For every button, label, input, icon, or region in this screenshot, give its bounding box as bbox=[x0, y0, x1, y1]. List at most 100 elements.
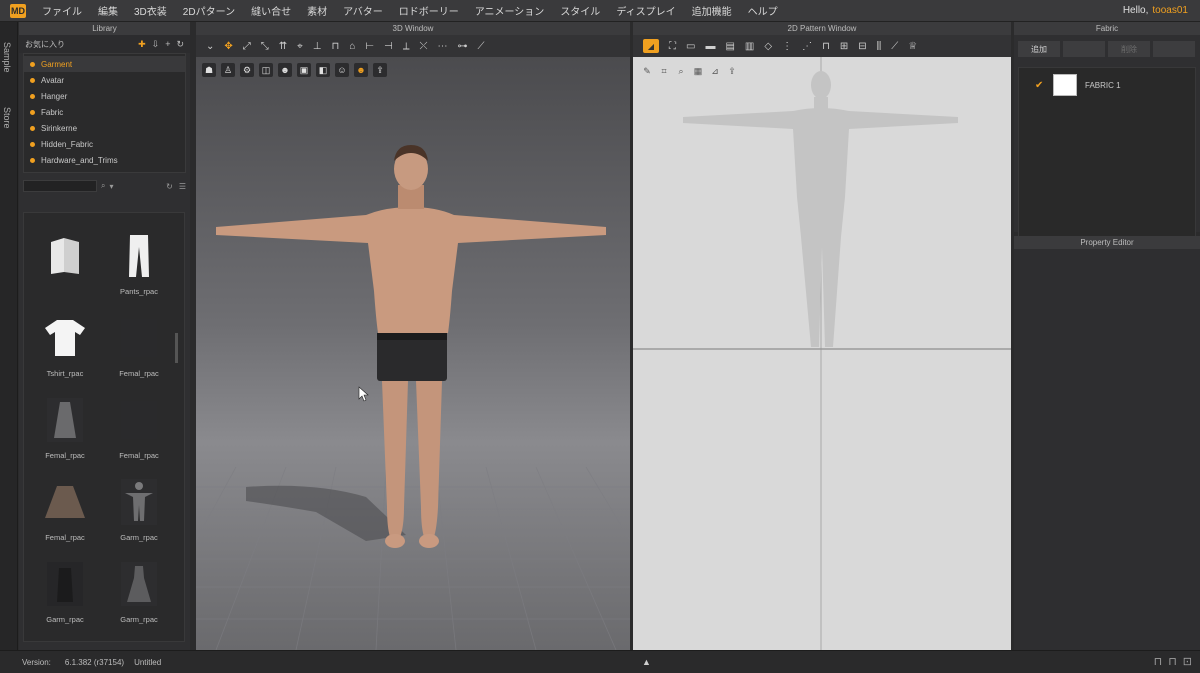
menu-additional[interactable]: 追加機能 bbox=[684, 3, 740, 18]
display-wireframe-icon[interactable]: ◫ bbox=[259, 63, 273, 77]
display-avatar-icon[interactable]: ☗ bbox=[202, 63, 216, 77]
avatar-silhouette-icon[interactable]: ☻ bbox=[278, 63, 292, 77]
fabric-swatch[interactable] bbox=[1053, 74, 1077, 96]
export-2d-icon[interactable]: ⇪ bbox=[726, 65, 738, 77]
2d-pattern-canvas[interactable]: ✎ ⌗ ⌕ ▦ ⊿ ⇪ bbox=[633, 57, 1011, 650]
circumference-icon[interactable]: ⊣ bbox=[384, 41, 393, 52]
edit-pattern-icon[interactable]: ⛶ bbox=[669, 41, 676, 52]
menu-avatar[interactable]: アバター bbox=[335, 3, 391, 18]
menu-edit[interactable]: 編集 bbox=[90, 3, 126, 18]
menu-sewing[interactable]: 縫い合せ bbox=[243, 3, 299, 18]
circle-icon[interactable]: ▤ bbox=[725, 41, 734, 52]
hide-garment-icon[interactable]: ▣ bbox=[297, 63, 311, 77]
menu-help[interactable]: ヘルプ bbox=[740, 3, 786, 18]
side-tab-store[interactable]: Store bbox=[2, 107, 12, 129]
add-fabric-button[interactable]: 追加 bbox=[1018, 41, 1060, 57]
shirt-tool-icon[interactable]: ♕ bbox=[908, 41, 917, 52]
layout-icon[interactable]: ⊓ bbox=[1154, 655, 1163, 668]
ruler-icon[interactable]: ⌗ bbox=[658, 65, 670, 77]
library-item[interactable]: Garm_rpac bbox=[108, 559, 170, 635]
sewing-line-icon[interactable]: ⋯ bbox=[438, 41, 448, 52]
menu-file[interactable]: ファイル bbox=[34, 3, 90, 18]
zoom-icon[interactable]: ⌕ bbox=[675, 65, 687, 77]
import-icon[interactable]: ⇩ bbox=[152, 39, 160, 50]
library-item[interactable]: Femal_rpac bbox=[108, 313, 170, 389]
refresh-icon[interactable]: ↻ bbox=[176, 39, 184, 50]
dart-tool-icon[interactable]: ◇ bbox=[764, 41, 772, 52]
sort-dropdown-icon[interactable]: ▾ bbox=[109, 182, 113, 191]
menu-2d-pattern[interactable]: 2Dパターン bbox=[175, 3, 243, 18]
polygon-icon[interactable]: ▭ bbox=[686, 41, 695, 52]
add-folder-icon[interactable]: + bbox=[165, 39, 170, 50]
grid-icon[interactable]: ▦ bbox=[692, 65, 704, 77]
side-tab-sample[interactable]: Sample bbox=[2, 42, 12, 73]
library-item[interactable]: Femal_rpac bbox=[34, 477, 96, 553]
strap-icon[interactable]: ⊓ bbox=[332, 41, 340, 52]
fold-icon[interactable]: ⊟ bbox=[858, 41, 866, 52]
display-texture-icon[interactable]: ⚙ bbox=[240, 63, 254, 77]
fitting-suit-icon[interactable]: ⌂ bbox=[349, 41, 355, 52]
library-scrollbar[interactable] bbox=[175, 333, 178, 363]
folder-item-garment[interactable]: Garment bbox=[24, 56, 185, 72]
library-item[interactable]: Garm_rpac bbox=[108, 477, 170, 553]
expand-panel-icon[interactable]: ▲ bbox=[642, 657, 651, 667]
rectangle-icon[interactable]: ▬ bbox=[705, 41, 715, 52]
delete-fabric-button[interactable]: 削除 bbox=[1108, 41, 1150, 57]
brush-icon[interactable]: ⟋ bbox=[478, 41, 485, 52]
fold-arrangement-icon[interactable]: ⇈ bbox=[279, 41, 287, 52]
trace-icon[interactable]: ⊓ bbox=[822, 41, 830, 52]
folder-item-fabric[interactable]: Fabric bbox=[24, 104, 185, 120]
window-layout-icon[interactable]: ⊓ bbox=[1168, 655, 1177, 668]
seam-icon[interactable]: ⊶ bbox=[458, 41, 468, 52]
add-favorite-icon[interactable]: ✚ bbox=[138, 39, 146, 50]
menu-materials[interactable]: 素材 bbox=[299, 3, 335, 18]
list-view-icon[interactable]: ☰ bbox=[179, 182, 186, 191]
arrange-icon[interactable]: ⫼ bbox=[877, 41, 882, 52]
fullscreen-icon[interactable]: ⊡ bbox=[1183, 655, 1192, 668]
export-icon[interactable]: ⇪ bbox=[373, 63, 387, 77]
user-greeting[interactable]: Hello, tooas01 bbox=[1123, 5, 1188, 16]
app-logo-icon[interactable]: MD bbox=[10, 3, 26, 18]
library-item[interactable]: Tshirt_rpac bbox=[34, 313, 96, 389]
library-item[interactable] bbox=[34, 231, 96, 307]
grading-icon[interactable]: ⊿ bbox=[709, 65, 721, 77]
3d-viewport[interactable]: ☗ ♙ ⚙ ◫ ☻ ▣ ◧ ☺ ☻ ⇪ bbox=[196, 57, 630, 650]
menu-display[interactable]: ディスプレイ bbox=[608, 3, 683, 18]
folder-item-avatar[interactable]: Avatar bbox=[24, 72, 185, 88]
pin-icon[interactable]: ⌖ bbox=[297, 41, 303, 52]
folder-item-hardware-trims[interactable]: Hardware_and_Trims bbox=[24, 152, 185, 168]
pen-icon[interactable]: ✎ bbox=[641, 65, 653, 77]
menu-render[interactable]: ロドボーリー bbox=[391, 3, 467, 18]
search-icon[interactable]: ⌕ bbox=[101, 181, 105, 191]
transform-move-icon[interactable]: ✥ bbox=[224, 41, 232, 52]
select-arrow-icon[interactable]: ⌄ bbox=[206, 41, 214, 52]
notch-icon[interactable]: ⊞ bbox=[840, 41, 848, 52]
internal-shape-icon[interactable]: ▥ bbox=[745, 41, 754, 52]
duplicate-fabric-button[interactable] bbox=[1063, 41, 1105, 57]
segment-sewing-icon[interactable]: ⋮ bbox=[782, 41, 792, 52]
menu-3d-garment[interactable]: 3D衣装 bbox=[126, 3, 175, 18]
transform-pattern-icon[interactable]: ◢ bbox=[643, 39, 659, 53]
display-garment-icon[interactable]: ♙ bbox=[221, 63, 235, 77]
library-item[interactable]: Femal_rpac bbox=[34, 395, 96, 471]
measure-icon[interactable]: ⊢ bbox=[365, 41, 374, 52]
fabric-list-item[interactable]: ✔ FABRIC 1 bbox=[1019, 68, 1195, 102]
folder-item-hanger[interactable]: Hanger bbox=[24, 88, 185, 104]
avatar-skin-icon[interactable]: ☻ bbox=[354, 63, 368, 77]
fabric-more-button[interactable] bbox=[1153, 41, 1195, 57]
library-item[interactable]: Garm_rpac bbox=[34, 559, 96, 635]
edit-point-icon[interactable]: ⤢ bbox=[243, 41, 251, 52]
free-sewing-icon[interactable]: ⋰ bbox=[802, 41, 812, 52]
line-tool-icon[interactable]: ⟋ bbox=[891, 41, 898, 52]
menu-animation[interactable]: アニメーション bbox=[467, 3, 553, 18]
menu-style[interactable]: スタイル bbox=[552, 3, 608, 18]
height-measure-icon[interactable]: ⟂ bbox=[403, 41, 410, 52]
folder-item-hidden-fabric[interactable]: Hidden_Fabric bbox=[24, 136, 185, 152]
library-search-input[interactable] bbox=[23, 180, 97, 192]
library-item[interactable]: Pants_rpac bbox=[108, 231, 170, 307]
refresh-icon[interactable]: ↻ bbox=[166, 182, 173, 191]
library-item[interactable]: Femal_rpac bbox=[108, 395, 170, 471]
edit-curve-icon[interactable]: ⤡ bbox=[261, 41, 269, 52]
user-name[interactable]: tooas01 bbox=[1152, 5, 1188, 16]
folder-item-sirinkerne[interactable]: Sirinkerne bbox=[24, 120, 185, 136]
